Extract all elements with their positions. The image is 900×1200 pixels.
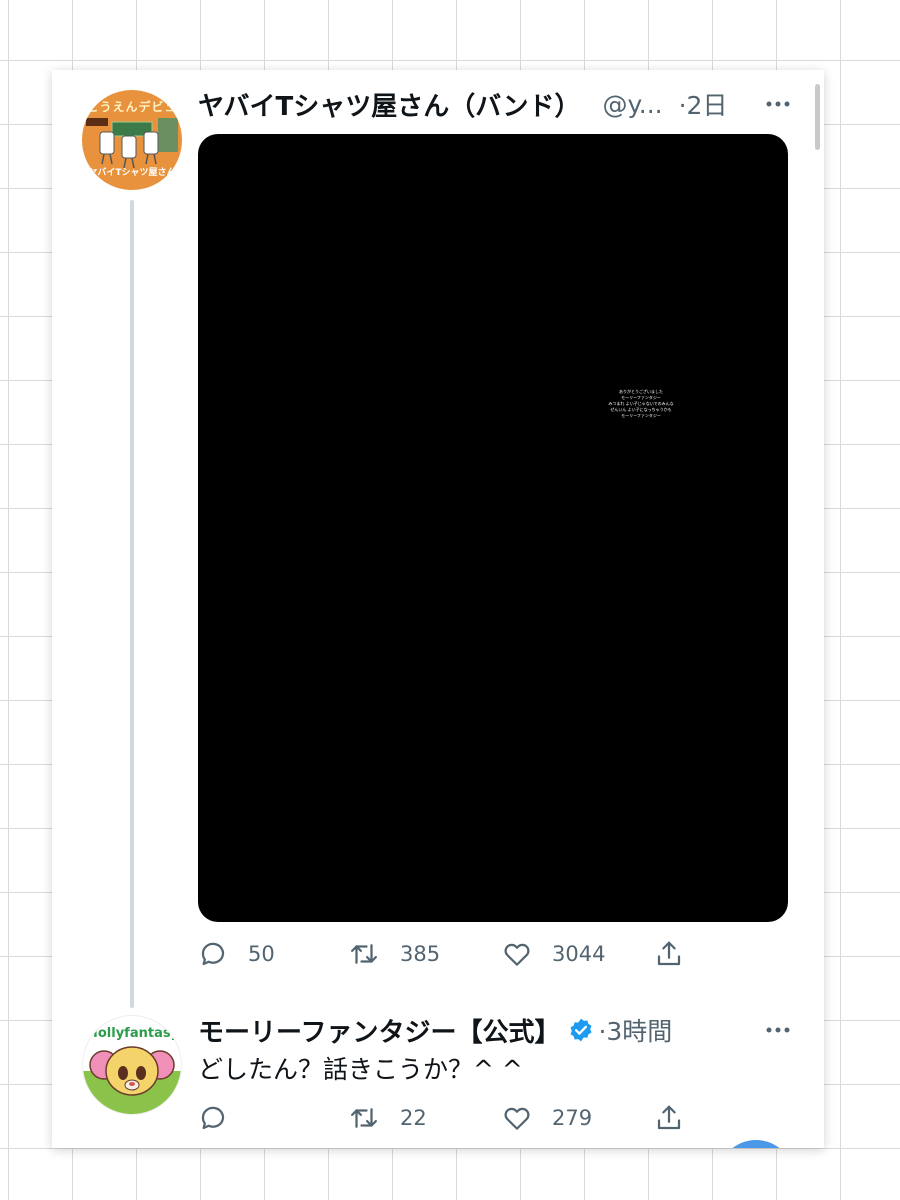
- reply-icon: [201, 1106, 225, 1130]
- user-handle[interactable]: @y...: [603, 90, 663, 119]
- retweet-button[interactable]: 385: [348, 934, 440, 974]
- like-button[interactable]: 279: [502, 1098, 592, 1138]
- like-button[interactable]: 3044: [502, 934, 605, 974]
- logo-text: Mollyfantasy: [85, 1026, 180, 1041]
- tweet-text: どしたん？話きこうか？^ ^: [198, 1055, 523, 1084]
- display-name[interactable]: ヤバイTシャツ屋さん（バンド）: [198, 86, 581, 123]
- share-button[interactable]: [654, 934, 684, 974]
- retweet-icon: [351, 944, 377, 964]
- avatar-molly-fantasy[interactable]: Mollyfantasy: [82, 1015, 182, 1115]
- tweet-timestamp[interactable]: ·2日: [679, 86, 728, 122]
- reply-button[interactable]: [198, 1098, 248, 1138]
- avatar-yabai-t-shirts[interactable]: こうえんデビュー ヤバイTシャツ屋さん: [82, 90, 182, 190]
- tweet-header: モーリーファンタジー【公式】 ·3時間: [198, 1010, 794, 1050]
- avatar-shop-name: ヤバイTシャツ屋さん: [88, 168, 176, 178]
- verified-badge-icon: [568, 1017, 594, 1043]
- tweet-media-image[interactable]: ありがとうございました モーリーファンタジー みつまれ よい子じゃないでのみんな…: [198, 134, 788, 922]
- retweet-count: 385: [400, 942, 441, 966]
- reply-icon: [201, 942, 225, 966]
- tweet-timestamp[interactable]: ·3時間: [598, 1012, 672, 1048]
- media-overlay-text: ありがとうございました モーリーファンタジー みつまれ よい子じゃないでのみんな…: [606, 389, 676, 419]
- retweet-count: 22: [400, 1106, 427, 1130]
- tweet-actions: 50 385 3044: [198, 934, 708, 974]
- timeline-card: こうえんデビュー ヤバイTシャツ屋さん ヤバイTシャツ屋さん（バンド） @y: [52, 70, 824, 1148]
- overlay-line: モーリーファンタジー: [621, 413, 661, 418]
- tweet-actions: 22 279: [198, 1098, 708, 1138]
- like-count: 3044: [552, 942, 606, 966]
- compose-tweet-button[interactable]: [718, 1140, 794, 1148]
- share-icon: [657, 1105, 681, 1130]
- more-options-icon[interactable]: [762, 1014, 794, 1046]
- like-count: 279: [552, 1106, 593, 1130]
- thread-line: [130, 200, 134, 1008]
- retweet-button[interactable]: 22: [348, 1098, 427, 1138]
- molly-fantasy-logo: Mollyfantasy: [83, 1026, 181, 1114]
- tweet-header: ヤバイTシャツ屋さん（バンド） @y... ·2日: [198, 84, 794, 124]
- display-name[interactable]: モーリーファンタジー【公式】: [198, 1012, 560, 1049]
- reply-button[interactable]: 50: [198, 934, 275, 974]
- retweet-icon: [351, 1108, 377, 1128]
- more-options-icon[interactable]: [762, 88, 794, 120]
- reply-count: 50: [248, 942, 275, 966]
- heart-icon: [504, 1107, 530, 1130]
- share-button[interactable]: [654, 1098, 684, 1138]
- heart-icon: [504, 943, 530, 966]
- scrollbar[interactable]: [815, 84, 820, 150]
- share-icon: [657, 941, 681, 966]
